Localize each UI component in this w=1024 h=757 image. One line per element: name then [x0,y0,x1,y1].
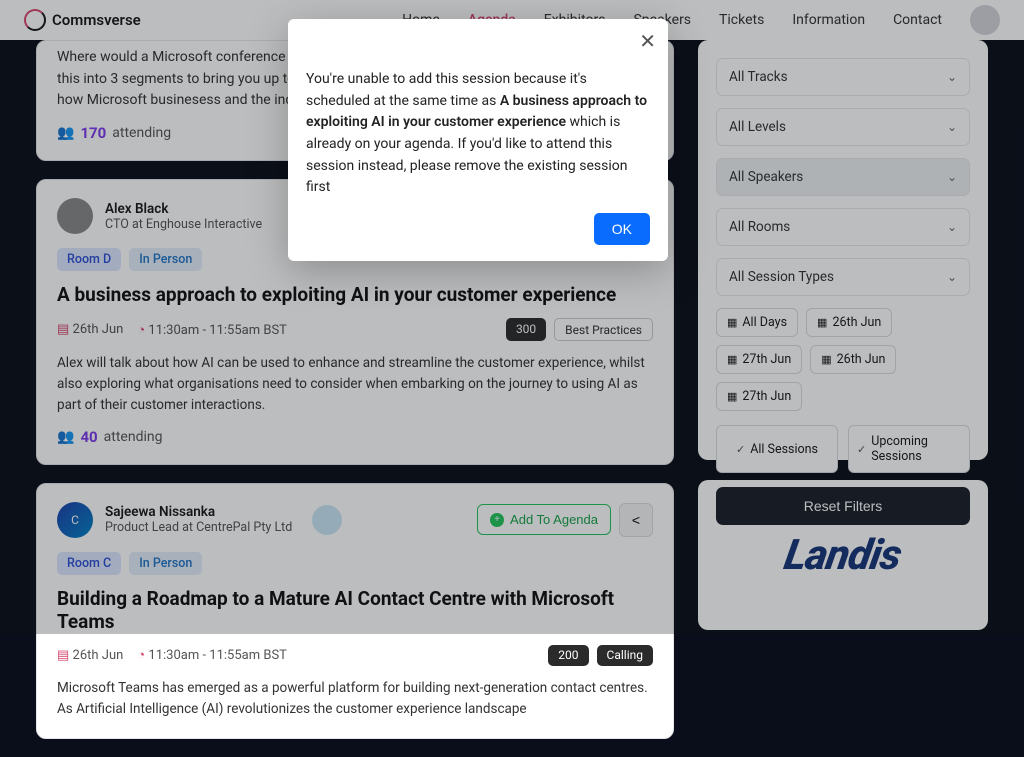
close-icon: ✕ [639,31,656,53]
time-meta: ◔ 11:30am - 11:55am BST [137,647,287,663]
clock-icon: ◔ [137,648,145,663]
conflict-modal: ✕ You're unable to add this session beca… [288,19,668,261]
session-description: Microsoft Teams has emerged as a powerfu… [57,678,653,720]
tag-pill: Calling [597,645,653,666]
date-meta: ▤ 26th Jun [57,648,123,663]
modal-message: You're unable to add this session becaus… [288,19,668,213]
capacity-pill: 200 [548,645,588,666]
ok-button[interactable]: OK [594,213,650,245]
calendar-icon: ▤ [57,648,69,663]
close-button[interactable]: ✕ [639,29,656,54]
